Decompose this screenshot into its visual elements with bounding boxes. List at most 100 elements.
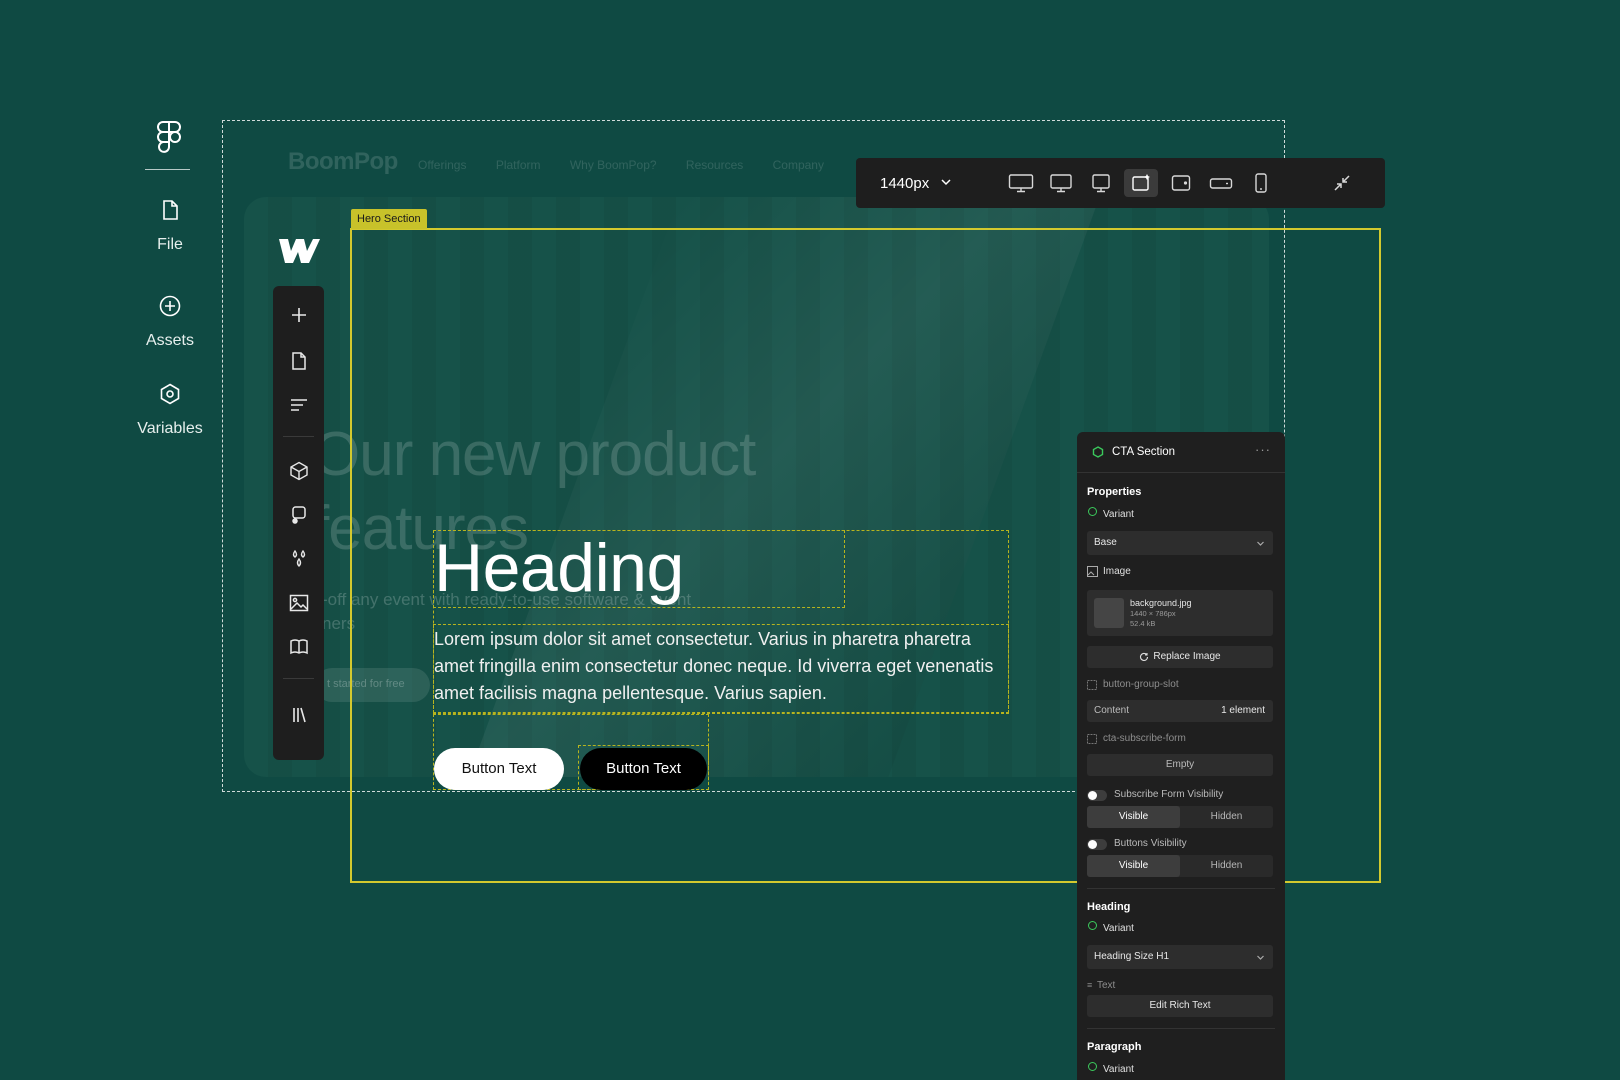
toolbar-divider bbox=[283, 678, 314, 679]
plus-circle-icon bbox=[159, 295, 181, 317]
site-nav-item: Offerings bbox=[418, 158, 467, 172]
library-icon bbox=[292, 707, 306, 723]
hidden-option[interactable]: Hidden bbox=[1180, 855, 1273, 877]
book-icon bbox=[289, 639, 308, 655]
site-nav-item: Platform bbox=[495, 158, 541, 172]
pages-button[interactable] bbox=[273, 346, 324, 376]
site-nav: Offerings Platform Why BoomPop? Resource… bbox=[418, 158, 850, 172]
paint-icon bbox=[291, 506, 306, 524]
buttons-visibility-label: Buttons Visibility bbox=[1114, 838, 1187, 849]
apps-button[interactable] bbox=[273, 700, 324, 730]
text-label: Text bbox=[1097, 980, 1116, 991]
replace-image-button[interactable]: Replace Image bbox=[1087, 646, 1273, 668]
chevron-down-icon bbox=[1257, 955, 1264, 960]
add-button[interactable] bbox=[273, 300, 324, 330]
component-icon bbox=[1092, 446, 1104, 458]
hero-section-tag[interactable]: Hero Section bbox=[351, 209, 427, 229]
hero-paragraph[interactable]: Lorem ipsum dolor sit amet consectetur. … bbox=[434, 626, 1014, 707]
cube-icon bbox=[289, 461, 308, 481]
edit-rich-text-button[interactable]: Edit Rich Text bbox=[1087, 995, 1273, 1017]
site-nav-item: Company bbox=[772, 158, 824, 172]
droplets-icon bbox=[292, 549, 305, 567]
image-label: Image bbox=[1103, 566, 1131, 577]
content-label: Content bbox=[1094, 705, 1130, 716]
rail-item-label: Variables bbox=[137, 420, 203, 437]
visible-option[interactable]: Visible bbox=[1087, 806, 1180, 828]
image-thumbnail bbox=[1094, 598, 1124, 628]
heading-variant-select[interactable]: Heading Size H1 bbox=[1087, 945, 1273, 969]
navigator-icon bbox=[290, 399, 307, 411]
site-nav-item: Resources bbox=[685, 158, 744, 172]
rail-item-file[interactable]: File bbox=[130, 198, 210, 254]
image-card[interactable]: background.jpg 1440 × 786px 52.4 kB bbox=[1087, 590, 1273, 636]
image-size: 52.4 kB bbox=[1130, 619, 1156, 628]
image-icon bbox=[1087, 566, 1098, 577]
rail-item-variables[interactable]: Variables bbox=[130, 382, 210, 438]
properties-panel: CTA Section ··· Properties Variant Base … bbox=[1077, 432, 1285, 1080]
variables-button[interactable] bbox=[273, 544, 324, 574]
image-icon bbox=[289, 594, 308, 612]
breakpoint-width-dropdown[interactable]: 1440px bbox=[880, 175, 929, 192]
page-icon bbox=[291, 352, 306, 370]
heading-variant-value: Heading Size H1 bbox=[1094, 951, 1170, 962]
content-field[interactable]: Content 1 element bbox=[1087, 700, 1273, 722]
collapse-icon[interactable] bbox=[1325, 169, 1359, 197]
slot-icon bbox=[1087, 734, 1097, 744]
visible-option[interactable]: Visible bbox=[1087, 855, 1180, 877]
desktop-icon[interactable] bbox=[1084, 169, 1118, 197]
panel-divider bbox=[1087, 888, 1275, 889]
empty-label: Empty bbox=[1165, 759, 1195, 770]
mobile-portrait-icon[interactable] bbox=[1244, 169, 1278, 197]
rail-item-label: Assets bbox=[145, 332, 194, 349]
chevron-down-icon[interactable] bbox=[940, 176, 952, 188]
subscribe-visibility-label: Subscribe Form Visibility bbox=[1114, 789, 1224, 800]
buttons-visibility-toggle[interactable] bbox=[1087, 839, 1107, 850]
rail-item-label: File bbox=[157, 236, 183, 253]
subscribe-visibility-toggle[interactable] bbox=[1087, 790, 1107, 801]
desktop-xl-icon[interactable] bbox=[1004, 169, 1038, 197]
replace-image-label: Replace Image bbox=[1153, 651, 1221, 662]
variant-icon bbox=[1088, 921, 1097, 933]
content-value: 1 element bbox=[1221, 705, 1265, 716]
hexagon-icon bbox=[160, 383, 180, 405]
paragraph-section-title: Paragraph bbox=[1087, 1041, 1142, 1053]
chevron-down-icon bbox=[1257, 541, 1264, 546]
heading-variant-label: Variant bbox=[1103, 923, 1134, 934]
more-options-icon[interactable]: ··· bbox=[1255, 442, 1271, 457]
secondary-button[interactable]: Button Text bbox=[580, 748, 707, 790]
slot-icon bbox=[1087, 680, 1097, 690]
subscribe-visibility-segment: Visible Hidden bbox=[1087, 806, 1273, 828]
variant-icon bbox=[1088, 1062, 1097, 1074]
subscribe-form-slot-label: cta-subscribe-form bbox=[1103, 733, 1186, 744]
desktop-base-icon[interactable] bbox=[1124, 169, 1158, 197]
assets-button[interactable] bbox=[273, 588, 324, 618]
panel-title: CTA Section bbox=[1112, 446, 1176, 458]
variant-value: Base bbox=[1094, 537, 1117, 548]
mobile-landscape-icon[interactable] bbox=[1204, 169, 1238, 197]
heading-section-title: Heading bbox=[1087, 901, 1131, 913]
cms-button[interactable] bbox=[273, 632, 324, 662]
components-button[interactable] bbox=[273, 456, 324, 486]
hero-heading[interactable]: Heading bbox=[434, 528, 684, 608]
figma-logo-icon bbox=[157, 121, 181, 153]
button-group-slot-label: button-group-slot bbox=[1103, 679, 1179, 690]
properties-heading: Properties bbox=[1087, 486, 1142, 498]
empty-slot-field[interactable]: Empty bbox=[1087, 754, 1273, 776]
image-filename: background.jpg bbox=[1130, 598, 1192, 608]
variant-label: Variant bbox=[1103, 509, 1134, 520]
styles-button[interactable] bbox=[273, 500, 324, 530]
hidden-option[interactable]: Hidden bbox=[1180, 806, 1273, 828]
breakpoint-bar: 1440px bbox=[856, 158, 1385, 208]
navigator-button[interactable] bbox=[273, 390, 324, 420]
panel-divider bbox=[1077, 472, 1285, 473]
panel-divider bbox=[1087, 1028, 1275, 1029]
rail-divider bbox=[145, 169, 190, 170]
desktop-large-icon[interactable] bbox=[1044, 169, 1078, 197]
variant-select[interactable]: Base bbox=[1087, 531, 1273, 555]
tablet-icon[interactable] bbox=[1164, 169, 1198, 197]
toolbar-divider bbox=[283, 436, 314, 437]
edit-rich-text-label: Edit Rich Text bbox=[1149, 1000, 1211, 1011]
rail-item-assets[interactable]: Assets bbox=[130, 294, 210, 350]
primary-button[interactable]: Button Text bbox=[434, 748, 564, 790]
image-dimensions: 1440 × 786px bbox=[1130, 609, 1176, 618]
